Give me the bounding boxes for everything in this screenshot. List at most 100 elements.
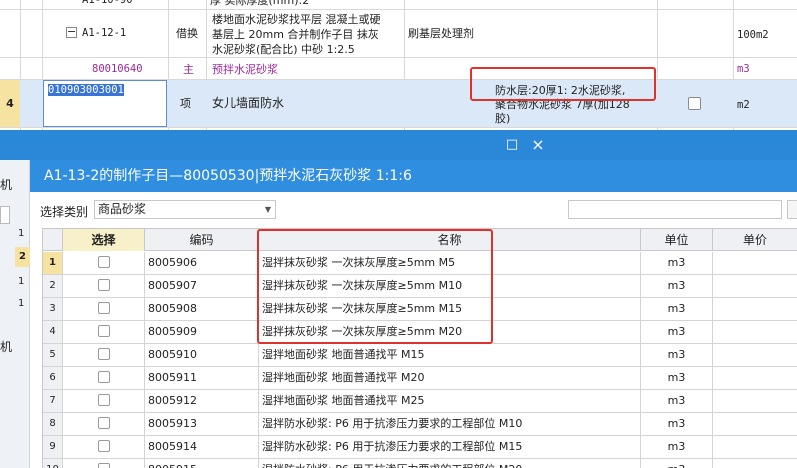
top-row-code: A1-10-90 (82, 0, 133, 6)
dialog-title: A1-13-2的制作子目—80050530|预拌水泥石灰砂浆 1:1:6 (30, 160, 797, 192)
table-row[interactable]: 6 8005911 湿拌地面砂浆 地面普通找平 M20 m3 (43, 367, 797, 390)
row-unit: m3 (641, 436, 713, 458)
table-row[interactable]: 7 8005912 湿拌地面砂浆 地面普通找平 M25 m3 (43, 390, 797, 413)
row-name: 湿拌地面砂浆 地面普通找平 M20 (259, 367, 641, 389)
left-input-fragment[interactable] (0, 206, 10, 224)
row-select-cell[interactable] (63, 459, 145, 468)
table-row[interactable]: 9 8005914 湿拌防水砂浆: P6 用于抗渗压力要求的工程部位 M15 m3 (43, 436, 797, 459)
header-code[interactable]: 编码 (145, 229, 259, 251)
row-name: 湿拌抹灰砂浆 一次抹灰厚度≥5mm M10 (259, 275, 641, 297)
row-select-cell[interactable] (63, 413, 145, 435)
selected-row-unit: m2 (737, 99, 750, 111)
sub-row-feature: 刷基层处理剂 (408, 27, 474, 40)
selected-row-type: 项 (180, 97, 191, 110)
top-partial-row: A1-10-90 厚 实际厚度(mm):2 (0, 0, 797, 10)
row-code: 8005906 (145, 252, 259, 274)
row-name: 湿拌防水砂浆: P6 用于抗渗压力要求的工程部位 M20 (259, 459, 641, 468)
header-select[interactable]: 选择 (63, 229, 145, 251)
close-icon[interactable]: × (529, 137, 547, 153)
material-row[interactable]: 80010640 主 预拌水泥砂浆 m3 (0, 58, 797, 80)
row-select-cell[interactable] (63, 367, 145, 389)
top-row-name: 厚 实际厚度(mm):2 (210, 0, 310, 7)
left-side-panel: 机 1 2 1 1 机 (0, 160, 30, 468)
left-num-1: 1 (18, 228, 25, 239)
background-grid: A1-10-90 厚 实际厚度(mm):2 − A1-12-1 借换 楼地面水泥… (0, 0, 797, 147)
row-code: 8005911 (145, 367, 259, 389)
sub-row-unit: 100m2 (737, 29, 769, 41)
row-select-cell[interactable] (63, 436, 145, 458)
row-price (713, 436, 797, 458)
table-row[interactable]: 8 8005913 湿拌防水砂浆: P6 用于抗渗压力要求的工程部位 M10 m3 (43, 413, 797, 436)
row-checkbox[interactable] (97, 279, 110, 291)
row-unit: m3 (641, 252, 713, 274)
restore-icon[interactable]: □ (503, 137, 521, 153)
header-price[interactable]: 单价 (713, 229, 797, 251)
row-index: 6 (43, 367, 63, 389)
row-price (713, 298, 797, 320)
row-index: 4 (43, 321, 63, 343)
header-index (43, 229, 63, 251)
row-unit: m3 (641, 344, 713, 366)
row-checkbox[interactable] (97, 394, 110, 406)
table-row[interactable]: 3 8005908 湿拌抹灰砂浆 一次抹灰厚度≥5mm M15 m3 (43, 298, 797, 321)
row-price (713, 321, 797, 343)
table-row[interactable]: 5 8005910 湿拌地面砂浆 地面普通找平 M15 m3 (43, 344, 797, 367)
row-price (713, 252, 797, 274)
row-select-cell[interactable] (63, 344, 145, 366)
search-input[interactable] (568, 200, 782, 219)
sub-row-name-line-3: 水泥砂浆(配合比) 中砂 1:2.5 (212, 43, 355, 56)
collapse-icon[interactable]: − (66, 26, 77, 38)
row-code: 8005908 (145, 298, 259, 320)
row-select-cell[interactable] (63, 298, 145, 320)
table-header: 选择 编码 名称 单位 单价 (43, 229, 797, 251)
row-checkbox[interactable] (97, 371, 110, 383)
row-checkbox[interactable] (97, 417, 110, 429)
material-selection-dialog: A1-13-2的制作子目—80050530|预拌水泥石灰砂浆 1:1:6 选择类… (30, 160, 797, 468)
row-index: 8 (43, 413, 63, 435)
header-name[interactable]: 名称 (259, 229, 641, 251)
row-index: 5 (43, 344, 63, 366)
table-row[interactable]: 4 8005909 湿拌抹灰砂浆 一次抹灰厚度≥5mm M20 m3 (43, 321, 797, 344)
table-row[interactable]: 2 8005907 湿拌抹灰砂浆 一次抹灰厚度≥5mm M10 m3 (43, 275, 797, 298)
left-num-3: 1 (18, 276, 25, 287)
header-unit[interactable]: 单位 (641, 229, 713, 251)
row-checkbox[interactable] (97, 302, 110, 314)
material-row-type: 主 (183, 63, 194, 76)
row-index: 3 (43, 298, 63, 320)
row-unit: m3 (641, 367, 713, 389)
selected-row-checkbox[interactable] (688, 97, 701, 110)
row-price (713, 367, 797, 389)
row-checkbox[interactable] (97, 348, 110, 360)
selected-row-name: 女儿墙面防水 (212, 96, 285, 110)
row-name: 湿拌防水砂浆: P6 用于抗渗压力要求的工程部位 M15 (259, 436, 641, 458)
row-checkbox[interactable] (97, 440, 110, 452)
row-checkbox[interactable] (97, 256, 110, 268)
sub-row-type: 借换 (176, 27, 198, 40)
row-index: 9 (43, 436, 63, 458)
left-num-4: 1 (18, 298, 25, 309)
row-checkbox[interactable] (97, 463, 110, 468)
table-row[interactable]: 10 8005915湿拌防水砂浆: P6 用于抗渗压力要求的工程部位 M20m3 (43, 459, 797, 468)
selected-list-row[interactable]: 4 010903003001 项 女儿墙面防水 防水层:20厚1: 2水泥砂浆,… (0, 80, 797, 128)
left-tab-fragment: 机 (0, 178, 13, 192)
selected-row-feature-line-1: 防水层:20厚1: 2水泥砂浆, (495, 84, 626, 97)
row-price (713, 344, 797, 366)
selected-row-code-editor[interactable]: 010903003001 (43, 80, 167, 127)
row-unit: m3 (641, 275, 713, 297)
row-name: 湿拌地面砂浆 地面普通找平 M15 (259, 344, 641, 366)
selected-row-code: 010903003001 (48, 84, 124, 96)
row-unit: m3 (641, 321, 713, 343)
row-select-cell[interactable] (63, 275, 145, 297)
row-select-cell[interactable] (63, 321, 145, 343)
search-button[interactable] (787, 200, 797, 219)
row-code: 8005910 (145, 344, 259, 366)
row-checkbox[interactable] (97, 325, 110, 337)
table-row[interactable]: 1 8005906 湿拌抹灰砂浆 一次抹灰厚度≥5mm M5 m3 (43, 252, 797, 275)
category-select-value: 商品砂浆 (98, 202, 147, 216)
material-table: 选择 编码 名称 单位 单价 1 8005906 湿拌抹灰砂浆 一次抹灰厚度≥5mm… (42, 228, 797, 468)
row-index: 1 (43, 252, 63, 274)
sub-item-row[interactable]: − A1-12-1 借换 楼地面水泥砂浆找平层 混凝土或硬 基层上 20mm 合… (0, 10, 797, 58)
row-select-cell[interactable] (63, 252, 145, 274)
category-select[interactable]: 商品砂浆 ▼ (94, 200, 276, 219)
row-select-cell[interactable] (63, 390, 145, 412)
